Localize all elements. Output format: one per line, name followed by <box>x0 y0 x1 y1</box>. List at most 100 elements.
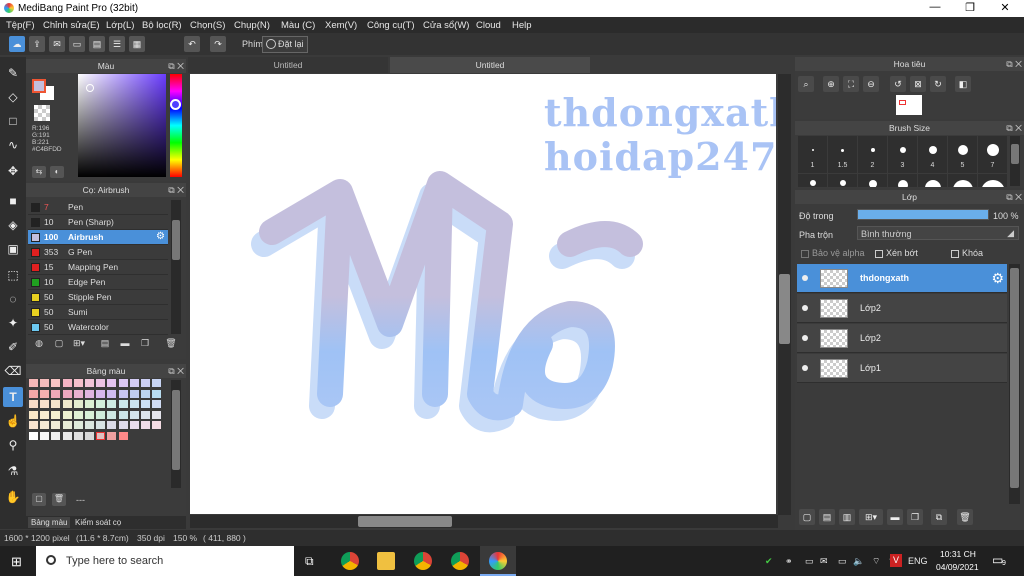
visibility-icon[interactable] <box>802 365 808 371</box>
menu-cloud[interactable]: Cloud <box>476 20 501 31</box>
magic-wand-tool-icon[interactable]: ✦ <box>3 313 23 333</box>
palette-swatch[interactable] <box>62 379 72 387</box>
palette-swatch[interactable] <box>96 400 106 408</box>
brush-item[interactable]: 10 Pen (Sharp) <box>28 215 168 230</box>
fit-icon[interactable]: ⛶ <box>843 76 859 92</box>
select-pen-tool-icon[interactable]: ✐ <box>3 337 23 357</box>
check-icon[interactable]: ✔ <box>765 556 773 567</box>
rotate-right-icon[interactable]: ↻ <box>930 76 946 92</box>
palette-swatch[interactable] <box>152 379 162 387</box>
flip-icon[interactable]: ◧ <box>955 76 971 92</box>
palette-swatch[interactable] <box>62 431 72 440</box>
palette-swatch[interactable] <box>51 431 61 440</box>
duplicate-layer-icon[interactable]: ❐ <box>907 509 923 525</box>
hue-slider[interactable] <box>170 74 182 177</box>
palette-swatch[interactable] <box>51 379 61 387</box>
zoom-icon[interactable]: ⌕ <box>798 76 814 92</box>
panel-close-icon[interactable]: ⧉ ✕ <box>168 59 184 73</box>
redo-icon[interactable]: ↷ <box>210 36 226 52</box>
palette-swatch[interactable] <box>152 389 162 398</box>
menu-select[interactable]: Chọn(S) <box>190 20 225 31</box>
lock-checkbox[interactable]: Khóa <box>951 248 983 258</box>
palette-swatch[interactable] <box>62 389 72 398</box>
brush-size-cell[interactable] <box>858 174 887 187</box>
palette-swatch[interactable] <box>85 400 94 408</box>
palette-swatch[interactable] <box>40 400 50 408</box>
navigator-thumbnail[interactable] <box>896 95 922 115</box>
eyedropper-icon[interactable]: ⚗ <box>3 461 23 481</box>
palette-swatch[interactable] <box>85 389 94 398</box>
palette-swatch[interactable] <box>96 389 106 398</box>
palette-swatch[interactable] <box>129 389 139 398</box>
scroll-thumb[interactable] <box>1011 144 1019 164</box>
palette-swatch[interactable] <box>141 421 150 429</box>
trash-icon[interactable]: 🗑 <box>52 493 66 506</box>
network-icon[interactable]: ▭ <box>805 556 814 567</box>
menu-color[interactable]: Màu (C) <box>281 20 315 31</box>
palette-swatch[interactable] <box>141 389 150 398</box>
windows-start-icon[interactable]: ⊞ <box>11 554 22 570</box>
palette-swatch[interactable] <box>40 410 50 419</box>
vertical-scrollbar[interactable] <box>778 74 791 515</box>
new-brush-icon[interactable]: ▢ <box>52 336 66 350</box>
palette-swatch[interactable] <box>73 389 83 398</box>
blend-mode-select[interactable]: Bình thường ◢ <box>857 226 1019 240</box>
palette-swatch[interactable] <box>129 379 139 387</box>
palette-swatch[interactable] <box>118 421 128 429</box>
new-8bit-layer-icon[interactable]: ▥ <box>839 509 855 525</box>
brush-size-scrollbar[interactable] <box>1010 136 1020 186</box>
palette-swatch[interactable] <box>107 410 117 419</box>
palette-swatch[interactable] <box>118 379 128 387</box>
panel-close-icon[interactable]: ⧉ ✕ <box>1006 57 1022 71</box>
dropper-tool-icon[interactable]: ⚲ <box>3 435 23 455</box>
palette-swatch[interactable] <box>85 410 94 419</box>
add-brush-menu-icon[interactable]: ⊞▾ <box>72 336 86 350</box>
brush-item[interactable]: 50 Watercolor <box>28 320 168 335</box>
saturation-value-picker[interactable] <box>78 74 166 177</box>
text-tool-icon[interactable]: T <box>3 387 23 407</box>
edit-brush-icon[interactable]: ▤ <box>98 336 112 350</box>
add-layer-menu-icon[interactable]: ⊞▾ <box>859 509 883 525</box>
menu-help[interactable]: Help <box>512 20 532 31</box>
menu-layer[interactable]: Lớp(L) <box>106 20 134 31</box>
menu-tools[interactable]: Công cụ(T) <box>367 20 415 31</box>
protect-alpha-checkbox[interactable]: Bảo vệ alpha <box>801 248 865 258</box>
fill-shape-tool-icon[interactable]: ■ <box>3 191 23 211</box>
visibility-icon[interactable] <box>802 275 808 281</box>
palette-swatch[interactable] <box>141 400 150 408</box>
palette-swatch[interactable] <box>118 431 128 440</box>
foreground-color-swatch[interactable] <box>32 79 46 93</box>
palette-swatch[interactable] <box>62 410 72 419</box>
reset-button[interactable]: Đặt lại <box>262 36 308 53</box>
maximize-button[interactable]: ❐ <box>953 1 987 16</box>
panel-close-icon[interactable]: ⧉ ✕ <box>168 183 184 197</box>
palette-swatch[interactable] <box>51 400 61 408</box>
chrome-profile-icon[interactable] <box>414 552 432 570</box>
folder-icon[interactable]: ▬ <box>118 336 132 350</box>
medibang-taskbar-button[interactable] <box>480 546 516 576</box>
palette-swatch[interactable] <box>40 379 50 387</box>
app-tray-icon[interactable]: V <box>890 554 902 567</box>
menu-file[interactable]: Tệp(F) <box>6 20 35 31</box>
chrome-profile-icon[interactable] <box>451 552 469 570</box>
clock-time[interactable]: 10:31 CH <box>940 549 976 559</box>
grid-icon[interactable]: ▦ <box>129 36 145 52</box>
file-explorer-icon[interactable] <box>377 552 395 570</box>
palette-swatch[interactable] <box>129 410 139 419</box>
palette-swatch[interactable] <box>107 379 117 387</box>
scroll-thumb[interactable] <box>172 220 180 260</box>
palette-swatch[interactable] <box>29 410 38 419</box>
brush-size-cell[interactable] <box>798 174 827 187</box>
tray-icon[interactable]: ✉ <box>820 556 828 567</box>
palette-swatch[interactable] <box>141 410 150 419</box>
bucket-tool-icon[interactable]: ◈ <box>3 215 23 235</box>
palette-swatch[interactable] <box>51 421 61 429</box>
new-palette-icon[interactable]: ▢ <box>32 493 46 506</box>
rectangle-tool-icon[interactable]: □ <box>3 111 23 131</box>
palette-swatch[interactable] <box>107 421 117 429</box>
palette-swatch[interactable] <box>73 431 83 440</box>
palette-swatch[interactable] <box>85 421 94 429</box>
chat-icon[interactable]: ▭ <box>69 36 85 52</box>
brush-size-cell[interactable]: 1 <box>798 136 827 173</box>
brush-item[interactable]: 50 Stipple Pen <box>28 290 168 305</box>
